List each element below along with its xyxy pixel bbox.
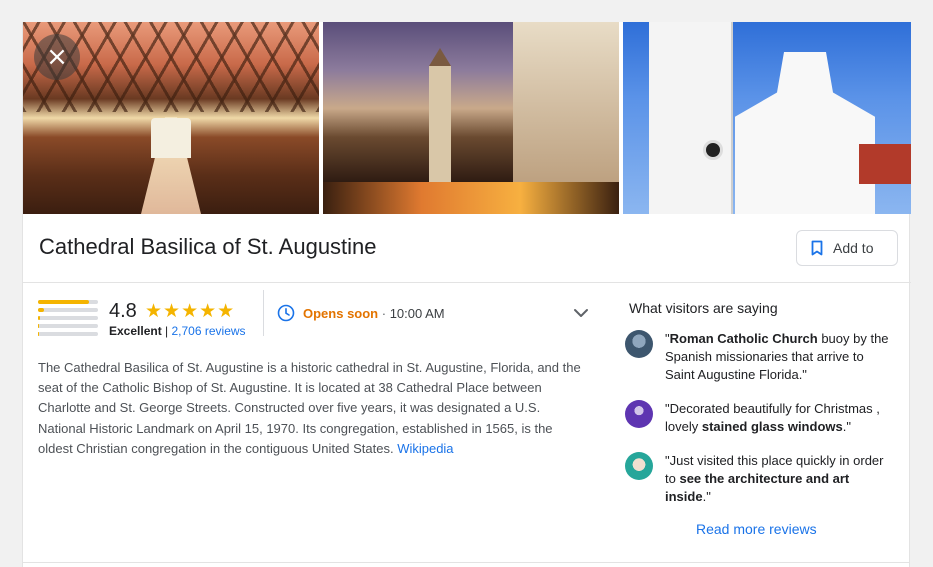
review-text: "Just visited this place quickly in orde… — [665, 453, 884, 504]
review-snippet[interactable]: "Just visited this place quickly in orde… — [625, 452, 895, 506]
rating-bar — [38, 300, 98, 304]
hours-status[interactable]: Opens soon · 10:00 AM — [277, 304, 445, 322]
rating-bar — [38, 332, 98, 336]
rating-distribution[interactable] — [38, 300, 98, 340]
review-highlight: see the architecture and art inside — [665, 471, 850, 504]
hours-time: 10:00 AM — [389, 305, 445, 321]
rating-bar — [38, 316, 98, 320]
rating-bar-fill — [38, 300, 89, 304]
star-rating-icon: ★★★★★ — [145, 300, 236, 322]
avatar — [625, 330, 653, 358]
hours-opens-label: Opens soon — [303, 305, 379, 321]
rating-separator: | — [161, 324, 172, 338]
review-highlight: stained glass windows — [701, 419, 843, 434]
rating-bar — [38, 324, 98, 328]
place-description: The Cathedral Basilica of St. Augustine … — [38, 358, 588, 459]
rating-summary: Excellent | 2,706 reviews — [109, 324, 246, 338]
review-snippet[interactable]: "Decorated beautifully for Christmas , l… — [625, 400, 895, 436]
rating-bar — [38, 308, 98, 312]
read-more-reviews-link[interactable]: Read more reviews — [696, 521, 817, 537]
page-title: Cathedral Basilica of St. Augustine — [39, 234, 377, 259]
review-text: "Roman Catholic Church buoy by the Spani… — [665, 331, 889, 382]
rating-bar-fill — [38, 324, 39, 328]
review-text: "Decorated beautifully for Christmas , l… — [665, 401, 880, 434]
review-snippet[interactable]: "Roman Catholic Church buoy by the Spani… — [625, 330, 895, 384]
divider — [263, 290, 264, 336]
street-at-dusk-photo[interactable] — [323, 22, 619, 214]
rating-bar-fill — [38, 316, 40, 320]
add-to-label: Add to — [833, 240, 874, 256]
hours-separator: · — [378, 305, 390, 321]
clock-icon — [277, 304, 295, 322]
cathedral-facade-photo[interactable] — [623, 22, 911, 214]
rating-bar-fill — [38, 308, 44, 312]
add-to-button[interactable]: Add to — [796, 230, 898, 266]
avatar — [625, 452, 653, 480]
chevron-down-icon[interactable] — [572, 306, 590, 324]
photo-strip — [23, 22, 911, 214]
rating-label: Excellent — [109, 324, 162, 338]
wikipedia-link[interactable]: Wikipedia — [397, 441, 453, 456]
rating-value: 4.8 — [109, 300, 137, 322]
rating-bar-fill — [38, 332, 39, 336]
visitors-heading: What visitors are saying — [629, 300, 778, 316]
divider — [22, 562, 910, 563]
description-text: The Cathedral Basilica of St. Augustine … — [38, 360, 581, 456]
title-row: Cathedral Basilica of St. Augustine Add … — [23, 214, 911, 283]
close-icon[interactable]: × — [34, 34, 80, 80]
avatar — [625, 400, 653, 428]
reviews-link[interactable]: 2,706 reviews — [172, 324, 246, 338]
bookmark-icon — [811, 240, 823, 256]
review-highlight: Roman Catholic Church — [669, 331, 818, 346]
